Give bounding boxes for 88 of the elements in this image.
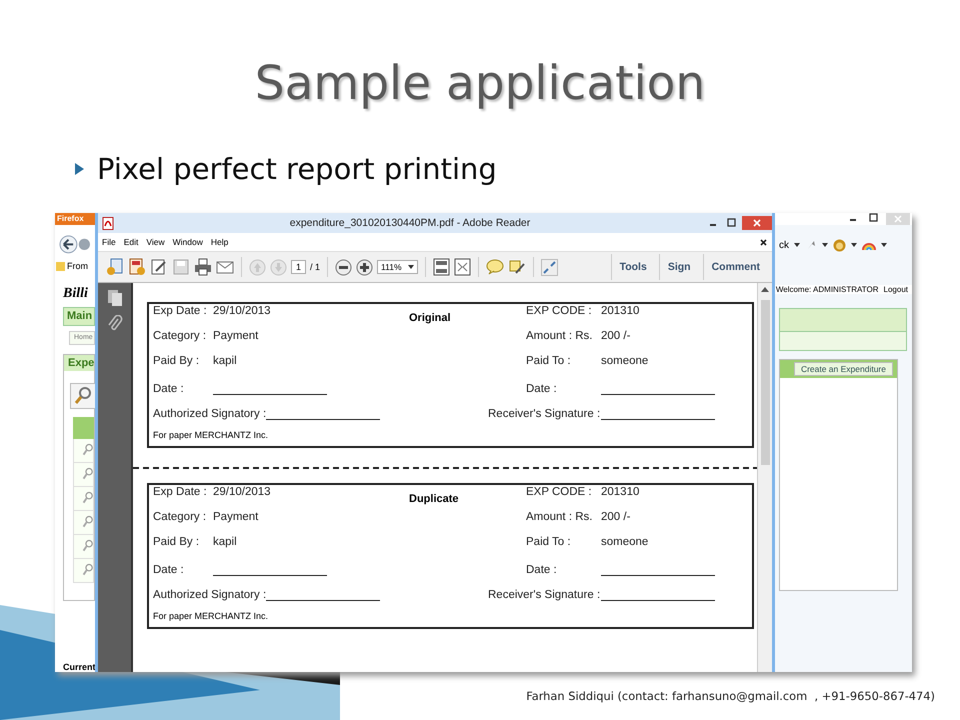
slide-title: Sample application — [254, 55, 706, 113]
close-icon[interactable] — [760, 238, 767, 246]
caret-icon[interactable] — [881, 243, 887, 247]
field-value: kapil — [213, 355, 237, 367]
folder-icon — [56, 260, 65, 271]
field-label: EXP CODE : — [526, 486, 592, 498]
caret-icon[interactable] — [851, 243, 857, 247]
field-value: Payment — [213, 330, 258, 342]
field-label: Date : — [153, 383, 185, 395]
zoom-in-icon[interactable] — [356, 258, 374, 276]
field-value: someone — [601, 355, 648, 367]
field-value: Payment — [213, 511, 258, 523]
field-value: 201310 — [601, 305, 640, 317]
field-label: Paid By : — [153, 536, 200, 548]
paperclip-icon[interactable] — [106, 315, 122, 333]
table-header — [73, 416, 94, 439]
field-label: Paid To : — [526, 536, 571, 548]
back-icon[interactable] — [58, 235, 92, 254]
field-value: 29/10/2013 — [213, 305, 271, 317]
caret-icon[interactable] — [794, 243, 800, 247]
page-field[interactable]: 1 — [291, 260, 306, 274]
zoom-dropdown[interactable]: 111% — [377, 260, 418, 274]
scroll-thumb[interactable] — [760, 300, 770, 465]
badge-icon[interactable] — [833, 238, 846, 252]
footer-text: Farhan Siddiqui (contact: farhansuno@gmail.com , +91-9650-867-474) — [526, 689, 935, 703]
scroll-up-icon[interactable] — [761, 287, 769, 292]
rainbow-icon[interactable] — [862, 240, 876, 250]
create-button[interactable]: Create an Expenditure — [794, 362, 893, 376]
expand-icon[interactable] — [540, 258, 558, 276]
menu-item[interactable]: Edit — [124, 237, 138, 247]
field-label: Date : — [526, 564, 557, 576]
panel-header: Expe — [64, 354, 94, 371]
toolbar-tab[interactable]: Sign — [658, 254, 699, 280]
company-note: For paper MERCHANTZ Inc. — [153, 430, 270, 440]
pages-icon[interactable] — [106, 289, 122, 307]
field-label: Date : — [153, 564, 185, 576]
field-label: Amount : Rs. — [526, 330, 592, 342]
menu-item[interactable]: File — [102, 237, 116, 247]
menu-item[interactable]: Help — [210, 237, 228, 247]
edit-icon[interactable] — [150, 258, 168, 276]
toolbar-tab[interactable]: Comment — [702, 254, 768, 280]
field-label: Authorized Signatory : — [153, 408, 266, 420]
highlight-icon[interactable] — [508, 259, 526, 275]
fit-page-icon[interactable] — [432, 258, 450, 276]
welcome-text: Welcome: ADMINISTRATOR — [776, 285, 879, 294]
toolbar-tab[interactable]: Tools — [610, 254, 655, 280]
field-label: Category : — [153, 511, 208, 523]
menu-item[interactable]: View — [146, 237, 165, 247]
logo-text: Billi — [62, 286, 89, 303]
caret-icon[interactable] — [408, 265, 414, 269]
field-value: 201310 — [601, 486, 640, 498]
field-label: Receiver's Signature : — [488, 408, 600, 420]
pdf-icon — [102, 216, 114, 230]
page-total: / 1 — [310, 262, 320, 272]
print-icon[interactable] — [194, 258, 212, 276]
field-value: 200 /- — [601, 330, 630, 342]
search-icon[interactable] — [70, 382, 95, 409]
logout-link[interactable]: Logout — [884, 285, 908, 294]
comment-icon[interactable] — [486, 259, 504, 275]
zoom-out-icon[interactable] — [335, 258, 352, 276]
field-label: Exp Date : — [153, 305, 208, 317]
toolbar-button[interactable]: ck — [779, 240, 789, 250]
window-title: expenditure_301020130440PM.pdf - Adobe Reader — [288, 217, 532, 229]
menu-tab[interactable]: Main — [63, 306, 95, 326]
company-note: For paper MERCHANTZ Inc. — [153, 611, 270, 621]
create-pdf-icon[interactable] — [106, 258, 124, 276]
field-label: Category : — [153, 330, 208, 342]
field-label: Receiver's Signature : — [488, 589, 600, 601]
bookmark-item[interactable]: From — [67, 260, 88, 271]
bullet-icon — [75, 163, 84, 175]
field-label: Amount : Rs. — [526, 511, 592, 523]
field-label: Authorized Signatory : — [153, 589, 266, 601]
field-label: Exp Date : — [153, 486, 208, 498]
field-label: Date : — [526, 383, 557, 395]
field-value: someone — [601, 536, 648, 548]
receipt-heading: Original — [409, 312, 451, 324]
field-label: EXP CODE : — [526, 305, 592, 317]
receipt-heading: Duplicate — [409, 493, 459, 505]
field-label: Paid To : — [526, 355, 571, 367]
field-label: Paid By : — [153, 355, 200, 367]
scrollbar[interactable] — [757, 283, 772, 672]
field-value: 200 /- — [601, 511, 630, 523]
field-value: 29/10/2013 — [213, 486, 271, 498]
caret-icon[interactable] — [822, 243, 828, 247]
pdf-file-icon[interactable] — [128, 258, 146, 276]
menu-item[interactable]: Window — [172, 237, 203, 247]
bullet-text: Pixel perfect report printing — [97, 151, 497, 188]
field-value: kapil — [213, 536, 237, 548]
